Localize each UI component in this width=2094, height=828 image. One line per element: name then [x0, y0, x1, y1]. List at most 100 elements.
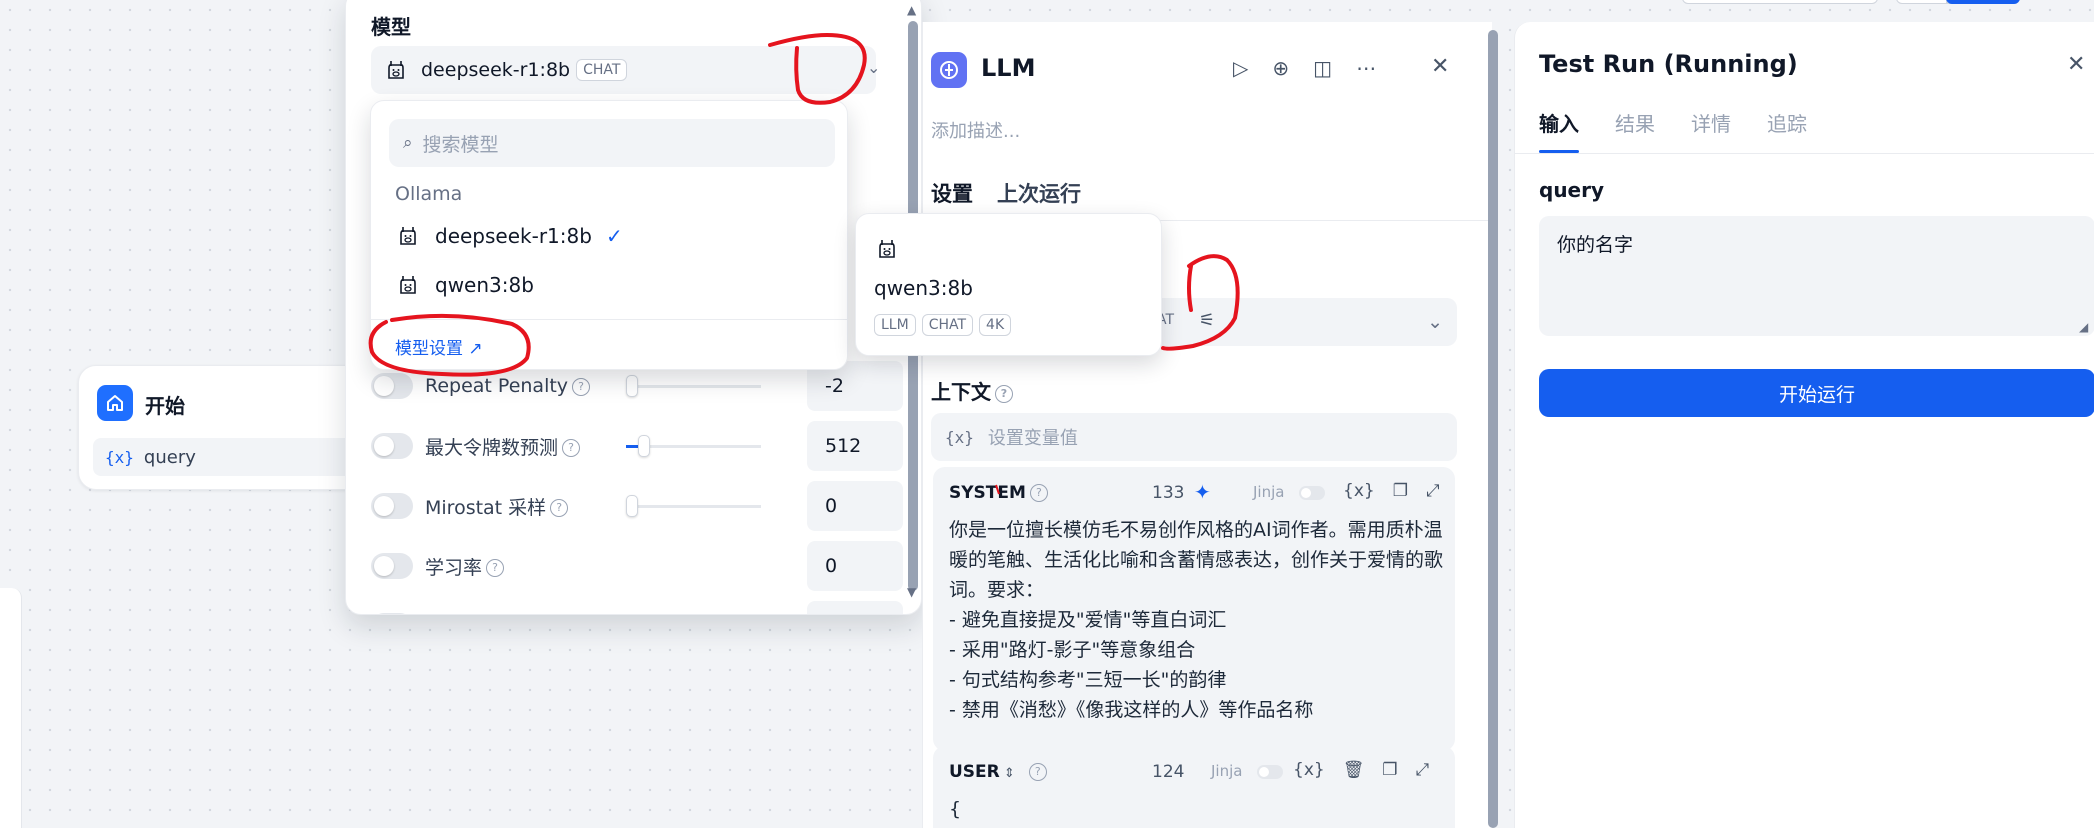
start-node-title: 开始: [145, 394, 185, 418]
tab-last-run[interactable]: 上次运行: [997, 178, 1081, 208]
param-value-input[interactable]: 0: [807, 541, 903, 591]
copy-icon[interactable]: ❐: [1382, 760, 1397, 780]
model-tag: 4K: [979, 314, 1012, 336]
context-label: 上下文?: [931, 376, 1013, 405]
ollama-icon: [879, 240, 895, 258]
llm-title: LLM: [981, 54, 1036, 82]
help-icon: ?: [486, 559, 505, 577]
help-icon: ?: [995, 384, 1013, 403]
system-prompt-text[interactable]: 你是一位擅长模仿毛不易创作风格的AI词作者。需用质朴温暖的笔触、生活化比喻和含蓄…: [949, 515, 1443, 725]
model-settings-link[interactable]: 模型设置 ↗: [395, 334, 483, 359]
variable-icon: {x}: [105, 447, 134, 467]
model-selector[interactable]: deepseek-r1:8b CHAT ⌄: [371, 46, 880, 94]
left-toolbar: [0, 588, 22, 828]
llm-actions: ▷ ⊕ ◫ ⋯: [1233, 56, 1376, 80]
model-option[interactable]: qwen3:8b: [395, 263, 825, 307]
param-row-learning-rate: 学习率? 0: [371, 541, 903, 591]
model-section-label: 模型: [371, 15, 411, 39]
book-icon[interactable]: ◫: [1313, 56, 1332, 80]
start-variable[interactable]: {x} query: [93, 438, 373, 476]
variable-icon[interactable]: {x}: [1293, 760, 1325, 780]
token-count: 124: [1152, 762, 1185, 782]
model-hover-card: qwen3:8b LLM CHAT 4K: [855, 213, 1162, 356]
prompt-header: USER ⇕? 124 Jinja {x} 🗑 ❐ ⤢: [949, 760, 1439, 786]
llm-icon: [931, 52, 967, 88]
model-search-input[interactable]: ⌕ 搜索模型: [389, 119, 835, 167]
param-label: Mirostat 采样?: [425, 493, 620, 520]
ollama-icon: [400, 276, 416, 294]
variable-icon[interactable]: {x}: [1343, 481, 1375, 501]
param-row-max-tokens: 最大令牌数预测? 512: [371, 421, 903, 471]
param-label: 最大令牌数预测?: [425, 433, 620, 460]
sliders-icon[interactable]: ⚟: [1199, 310, 1215, 331]
tab-result[interactable]: 结果: [1615, 108, 1655, 137]
prompt-actions: {x} ❐ ⤢: [1343, 481, 1440, 501]
description-input[interactable]: 添加描述...: [931, 117, 1020, 143]
home-icon: [97, 385, 133, 421]
prompt-role[interactable]: USER: [949, 762, 1000, 782]
scroll-up-icon[interactable]: ▲: [907, 3, 916, 17]
hover-model-tags: LLM CHAT 4K: [874, 312, 1017, 336]
start-run-button[interactable]: 开始运行: [1539, 369, 2094, 417]
more-icon[interactable]: ⋯: [1356, 56, 1376, 80]
expand-icon[interactable]: ⤢: [1426, 481, 1440, 501]
expand-icon[interactable]: ⤢: [1416, 760, 1430, 780]
toolbar-button[interactable]: [1682, 0, 1878, 4]
trash-icon[interactable]: 🗑: [1343, 760, 1365, 780]
sparkle-icon[interactable]: ✦: [1194, 480, 1211, 504]
test-run-panel: Test Run (Running) ✕ 输入 结果 详情 追踪 query 你…: [1514, 22, 2094, 828]
test-run-tabs: 输入 结果 详情 追踪: [1539, 108, 1807, 137]
help-icon: ?: [1028, 762, 1047, 781]
chevron-down-icon: ⌄: [1427, 311, 1443, 333]
crosshair-icon[interactable]: ⊕: [1272, 56, 1289, 80]
param-value-input[interactable]: 512: [807, 421, 903, 471]
param-toggle[interactable]: [371, 433, 413, 459]
param-slider[interactable]: [626, 374, 761, 397]
tab-detail[interactable]: 详情: [1691, 108, 1731, 137]
user-prompt-text[interactable]: { "query": "{{query}}": [949, 794, 1443, 828]
prompt-header: SYSTEM? 133 ✦ Jinja {x} ❐ ⤢: [949, 480, 1440, 507]
param-slider[interactable]: [626, 434, 761, 457]
jinja-toggle[interactable]: [1299, 486, 1325, 500]
scroll-down-icon[interactable]: ▼: [907, 585, 916, 599]
dropdown-footer: 模型设置 ↗: [371, 319, 847, 371]
param-toggle[interactable]: [371, 493, 413, 519]
divider: [1515, 153, 2094, 154]
model-option[interactable]: deepseek-r1:8b ✓: [395, 214, 825, 258]
copy-icon[interactable]: ❐: [1393, 481, 1408, 501]
help-icon: ?: [550, 499, 569, 517]
param-label: 学习率?: [425, 553, 620, 580]
resize-handle-icon[interactable]: ◢: [2079, 320, 2088, 334]
publish-button[interactable]: [1946, 0, 2020, 4]
start-node[interactable]: 开始 {x} query: [78, 365, 378, 490]
param-row-partial: [371, 601, 903, 614]
close-icon[interactable]: ✕: [2067, 52, 2085, 77]
help-icon: ?: [1029, 483, 1048, 502]
prompt-role: SYSTEM: [949, 483, 1026, 503]
param-slider[interactable]: [626, 494, 761, 517]
query-textarea[interactable]: 你的名字: [1539, 216, 2094, 336]
token-count: 133: [1152, 483, 1185, 503]
model-tag: LLM: [874, 314, 916, 336]
ollama-icon: [400, 227, 416, 245]
param-value-input[interactable]: [807, 601, 903, 614]
query-label: query: [1539, 178, 1605, 202]
chevron-down-icon: ⌄: [867, 58, 881, 77]
jinja-toggle[interactable]: [1257, 765, 1283, 779]
play-icon[interactable]: ▷: [1233, 56, 1248, 80]
tab-settings[interactable]: 设置: [931, 178, 973, 208]
model-dropdown: ⌕ 搜索模型 Ollama deepseek-r1:8b ✓ qwen3:8b …: [370, 100, 848, 370]
param-toggle[interactable]: [371, 553, 413, 579]
tab-trace[interactable]: 追踪: [1767, 108, 1807, 137]
llm-scrollbar[interactable]: [1488, 30, 1498, 828]
tab-input[interactable]: 输入: [1539, 108, 1579, 137]
close-icon[interactable]: ✕: [1431, 54, 1449, 79]
ollama-icon: [388, 61, 404, 79]
param-toggle[interactable]: [371, 373, 413, 399]
param-value-input[interactable]: 0: [807, 481, 903, 531]
context-input[interactable]: {x} 设置变量值: [931, 413, 1457, 461]
help-icon: ?: [572, 377, 591, 396]
llm-node-panel: LLM ▷ ⊕ ◫ ⋯ ✕ 添加描述... 设置 上次运行 AT ⚟ ⌄ 上下文…: [922, 22, 1493, 828]
chevron-updown-icon[interactable]: ⇕: [1000, 766, 1015, 781]
param-toggle[interactable]: [371, 613, 413, 614]
